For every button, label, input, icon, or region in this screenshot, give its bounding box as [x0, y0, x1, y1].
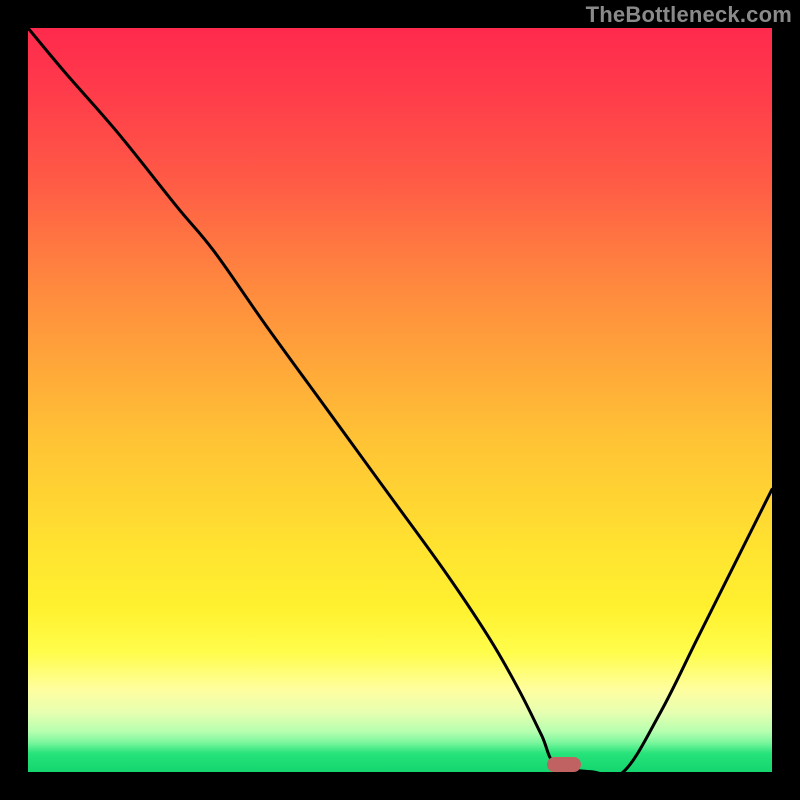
optimal-marker [547, 757, 581, 772]
chart-frame: TheBottleneck.com [0, 0, 800, 800]
watermark-text: TheBottleneck.com [586, 2, 792, 28]
bottleneck-curve [28, 28, 772, 772]
